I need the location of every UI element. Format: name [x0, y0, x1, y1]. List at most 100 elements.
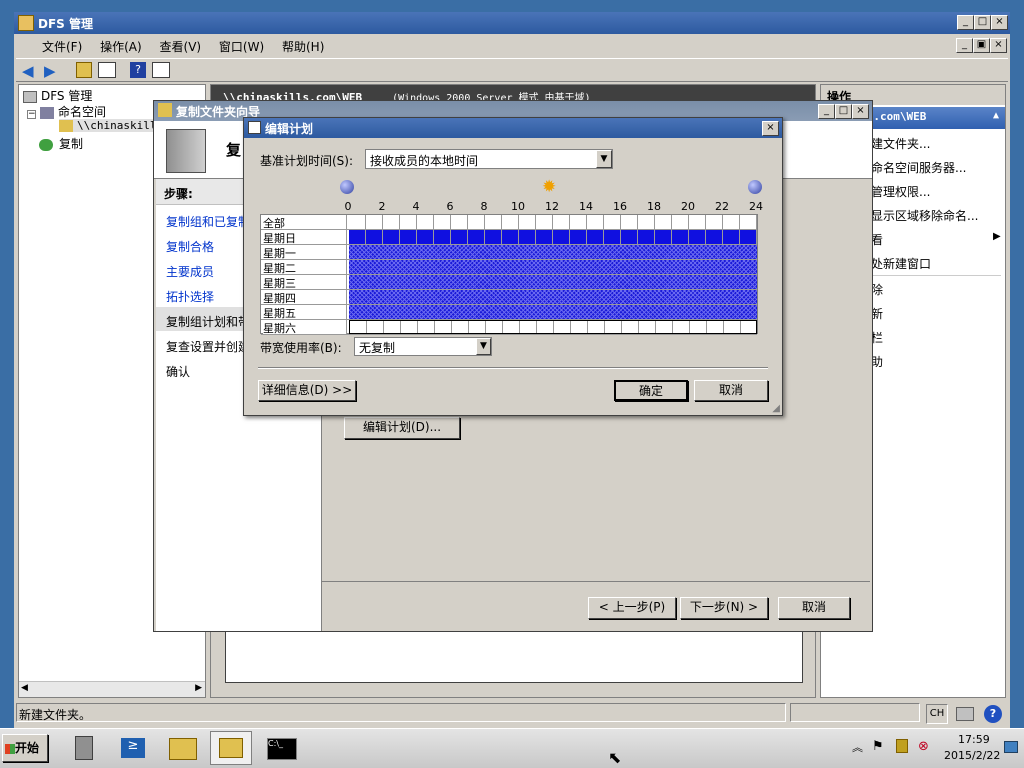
- server-manager-icon[interactable]: [62, 731, 104, 765]
- schedule-row[interactable]: 星期日: [261, 230, 757, 245]
- help-icon[interactable]: ?: [130, 62, 146, 78]
- dialog-close-button[interactable]: ×: [762, 121, 779, 136]
- schedule-row[interactable]: 星期四: [261, 290, 757, 305]
- wizard-minimize-button[interactable]: _: [818, 104, 835, 119]
- hour-cells[interactable]: [349, 305, 757, 319]
- clock-date[interactable]: 2015/2/22: [944, 749, 1000, 762]
- day-label[interactable]: 星期一: [263, 245, 347, 260]
- hour-cells[interactable]: [349, 245, 757, 259]
- dfs-management-task[interactable]: [210, 731, 252, 765]
- schedule-row[interactable]: 星期六: [261, 320, 757, 335]
- schedule-row[interactable]: 星期三: [261, 275, 757, 290]
- wizard-prev-button[interactable]: < 上一步(P): [588, 597, 676, 619]
- show-desktop-icon[interactable]: [1004, 741, 1018, 753]
- action-center-icon[interactable]: ⚑: [872, 739, 884, 754]
- mdi-minimize-button[interactable]: _: [956, 38, 973, 53]
- collapse-icon[interactable]: −: [27, 110, 36, 119]
- cmd-icon[interactable]: C:\_: [260, 731, 302, 765]
- base-time-select[interactable]: 接收成员的本地时间 ▼: [365, 149, 613, 169]
- menu-action[interactable]: 操作(A): [100, 40, 142, 54]
- wizard-cancel-button[interactable]: 取消: [778, 597, 850, 619]
- hour-cells[interactable]: [349, 260, 757, 274]
- action-item[interactable]: 建文件夹...: [871, 135, 930, 152]
- tree-item-replication[interactable]: 复制: [39, 135, 83, 152]
- hour-cells[interactable]: [349, 215, 757, 229]
- resize-grip-icon[interactable]: ◢: [772, 403, 780, 414]
- schedule-row[interactable]: 全部: [261, 215, 757, 230]
- divider: [871, 275, 1001, 276]
- main-titlebar[interactable]: DFS 管理 _ □ ×: [14, 12, 1010, 34]
- dialog-titlebar[interactable]: 编辑计划 ×: [244, 118, 782, 138]
- day-label[interactable]: 星期五: [263, 305, 347, 320]
- menu-view[interactable]: 查看(V): [160, 40, 202, 54]
- up-folder-icon[interactable]: [76, 62, 92, 78]
- keyboard-icon[interactable]: [956, 707, 974, 721]
- cancel-button[interactable]: 取消: [694, 380, 768, 401]
- edit-schedule-button[interactable]: 编辑计划(D)...: [344, 417, 460, 439]
- schedule-grid[interactable]: 全部 星期日 星期一 星期二 星期三 星期四 星期五 星期六: [260, 214, 758, 335]
- mdi-restore-button[interactable]: ▣: [973, 38, 990, 53]
- minimize-button[interactable]: _: [957, 15, 974, 30]
- collapse-up-icon[interactable]: ▲: [993, 110, 999, 121]
- maximize-button[interactable]: □: [974, 15, 991, 30]
- tree-hscroll[interactable]: ◀ ▶: [19, 681, 205, 697]
- day-label[interactable]: 星期六: [263, 320, 347, 335]
- wizard-close-button[interactable]: ×: [852, 104, 869, 119]
- network-error-icon[interactable]: ⊗: [918, 739, 929, 754]
- close-button[interactable]: ×: [991, 15, 1008, 30]
- help-tray-icon[interactable]: ?: [984, 705, 1002, 723]
- menu-window[interactable]: 窗口(W): [219, 40, 264, 54]
- schedule-row[interactable]: 星期一: [261, 245, 757, 260]
- action-item[interactable]: 显示区域移除命名...: [871, 207, 978, 224]
- hour-cells[interactable]: [349, 320, 757, 334]
- dialog-title: 编辑计划: [265, 122, 314, 136]
- start-button[interactable]: 开始: [2, 734, 48, 762]
- clock-time[interactable]: 17:59: [958, 733, 990, 746]
- action-item[interactable]: 命名空间服务器...: [871, 159, 966, 176]
- details-button[interactable]: 详细信息(D) >>: [258, 380, 356, 401]
- hour-cells[interactable]: [349, 230, 757, 244]
- show-hide-tree-icon[interactable]: [98, 62, 116, 78]
- wizard-next-button[interactable]: 下一步(N) >: [680, 597, 768, 619]
- lang-indicator[interactable]: CH: [926, 704, 948, 724]
- forward-icon[interactable]: ▶: [44, 62, 56, 80]
- toolbar: ◀ ▶ ?: [16, 58, 1008, 82]
- menu-file[interactable]: 文件(F): [42, 40, 82, 54]
- scroll-right-icon[interactable]: ▶: [195, 683, 202, 693]
- ok-button[interactable]: 确定: [614, 380, 688, 401]
- center-content-box: [225, 631, 803, 683]
- properties-icon[interactable]: [152, 62, 170, 78]
- step-link[interactable]: 主要成员: [166, 263, 214, 280]
- tree-item-namespace-web[interactable]: \\chinaskill: [59, 119, 157, 132]
- power-icon[interactable]: [896, 739, 908, 753]
- day-label[interactable]: 星期三: [263, 275, 347, 290]
- schedule-row[interactable]: 星期二: [261, 260, 757, 275]
- hour-cells[interactable]: [349, 275, 757, 289]
- day-label[interactable]: 星期四: [263, 290, 347, 305]
- wizard-maximize-button[interactable]: □: [835, 104, 852, 119]
- show-hidden-icons[interactable]: ︽: [852, 739, 863, 755]
- scroll-left-icon[interactable]: ◀: [21, 683, 28, 693]
- tree-item-namespaces[interactable]: − 命名空间: [27, 103, 106, 120]
- step-link[interactable]: 拓扑选择: [166, 288, 214, 305]
- step-link[interactable]: 复制合格: [166, 238, 214, 255]
- day-label[interactable]: 全部: [263, 215, 347, 230]
- action-item[interactable]: 处新建窗口: [871, 255, 931, 272]
- powershell-icon[interactable]: ≥: [112, 731, 154, 765]
- bandwidth-select[interactable]: 无复制 ▼: [354, 337, 492, 356]
- dropdown-arrow-icon[interactable]: ▼: [596, 150, 612, 168]
- explorer-icon[interactable]: [162, 731, 204, 765]
- step-link[interactable]: 复制组和已复制: [166, 213, 250, 230]
- tree-root[interactable]: DFS 管理: [23, 87, 92, 104]
- replication-icon: [39, 138, 53, 151]
- day-label[interactable]: 星期二: [263, 260, 347, 275]
- day-label[interactable]: 星期日: [263, 230, 347, 245]
- action-item[interactable]: 管理权限...: [871, 183, 930, 200]
- menu-help[interactable]: 帮助(H): [282, 40, 324, 54]
- dropdown-arrow-icon[interactable]: ▼: [476, 338, 491, 355]
- hour-cells[interactable]: [349, 290, 757, 304]
- namespace-icon: [40, 106, 54, 119]
- back-icon[interactable]: ◀: [22, 62, 34, 80]
- schedule-row[interactable]: 星期五: [261, 305, 757, 320]
- mdi-close-button[interactable]: ×: [990, 38, 1007, 53]
